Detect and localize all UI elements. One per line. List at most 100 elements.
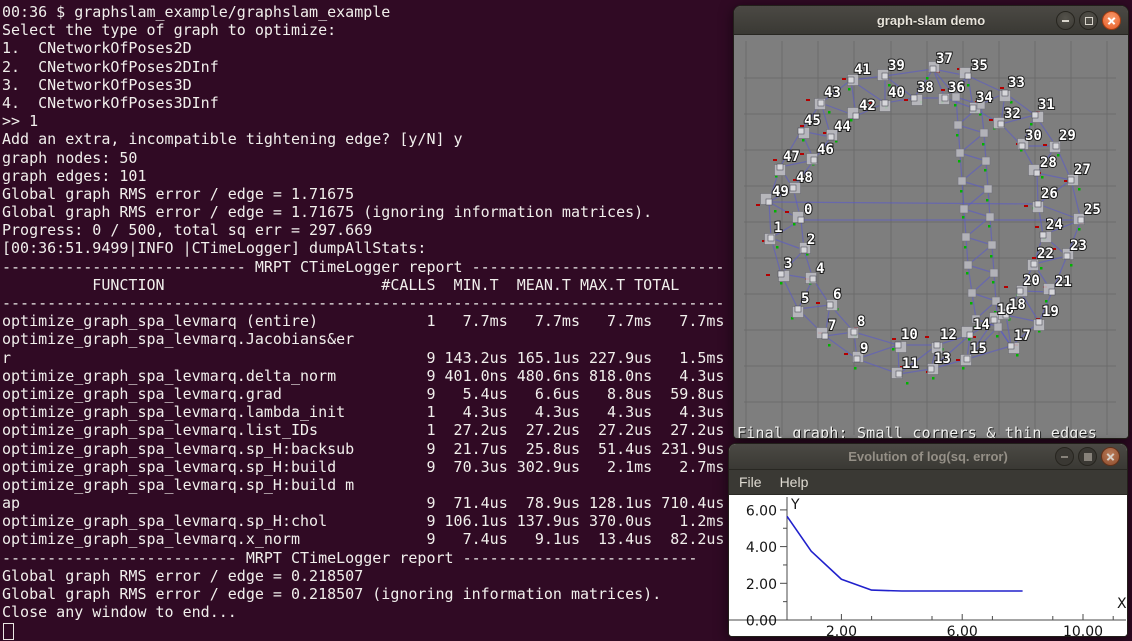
terminal-line: Global graph RMS error / edge = 0.218507 bbox=[2, 567, 724, 585]
maximize-button[interactable] bbox=[1078, 447, 1097, 466]
terminal-line: Global graph RMS error / edge = 0.218507… bbox=[2, 585, 724, 603]
graph-node-label: 31 bbox=[1038, 97, 1055, 113]
graph-node-label: 9 bbox=[860, 341, 868, 357]
terminal-line: --------------------------- MRPT CTimeLo… bbox=[2, 258, 724, 276]
graph-node-label: 28 bbox=[1040, 155, 1057, 171]
initial-node bbox=[986, 213, 994, 221]
graph-node-label: 43 bbox=[824, 85, 841, 101]
graph-node-label: 24 bbox=[1046, 217, 1063, 233]
graph-node-label: 23 bbox=[1070, 238, 1087, 254]
terminal-line: Global graph RMS error / edge = 1.71675 bbox=[2, 185, 724, 203]
minimize-button[interactable] bbox=[1055, 447, 1074, 466]
terminal-line: r 9 143.2us 165.1us 227.9us 1.5ms bbox=[2, 349, 724, 367]
desktop: 00:36 $ graphslam_example/graphslam_exam… bbox=[0, 0, 1132, 641]
graph-node-label: 1 bbox=[774, 220, 782, 236]
graph-node-label: 14 bbox=[973, 317, 990, 333]
graph-node-label: 47 bbox=[783, 149, 800, 165]
graph-node-label: 10 bbox=[901, 327, 918, 343]
initial-node bbox=[988, 241, 996, 249]
graph-node-label: 19 bbox=[1042, 304, 1059, 320]
terminal-line: Progress: 0 / 500, total sq err = 297.66… bbox=[2, 221, 724, 239]
error-curve bbox=[787, 516, 1023, 591]
terminal-line: ap 9 71.4us 78.9us 128.1us 710.4us bbox=[2, 494, 724, 512]
graph-node-label: 2 bbox=[807, 232, 815, 248]
minimize-icon bbox=[1062, 20, 1069, 22]
minimize-icon bbox=[1061, 456, 1068, 458]
graph-node-label: 44 bbox=[834, 119, 851, 135]
graph-node-label: 41 bbox=[854, 62, 871, 78]
graph-canvas: 0123456789101112131415161718192021222324… bbox=[734, 35, 1128, 439]
graph-node-label: 5 bbox=[801, 291, 809, 307]
terminal-line: optimize_graph_spa_levmarq.sp_H:build m bbox=[2, 476, 724, 494]
graph-node-label: 21 bbox=[1055, 274, 1072, 290]
close-button[interactable] bbox=[1101, 447, 1120, 466]
graph-node-label: 20 bbox=[1023, 273, 1040, 289]
y-tick-label: 4.00 bbox=[746, 540, 777, 556]
initial-node bbox=[962, 233, 970, 241]
terminal-line: FUNCTION #CALLS MIN.T MEAN.T MAX.T TOTAL bbox=[2, 276, 724, 294]
y-tick-label: 2.00 bbox=[746, 577, 777, 593]
graph-3d-view[interactable]: 0123456789101112131415161718192021222324… bbox=[734, 35, 1128, 439]
terminal-line: optimize_graph_spa_levmarq.sp_H:build 9 … bbox=[2, 458, 724, 476]
graph-node-label: 29 bbox=[1059, 128, 1076, 144]
graph-node-label: 17 bbox=[1014, 328, 1031, 344]
graph-node-label: 38 bbox=[917, 80, 934, 96]
graph-node-label: 30 bbox=[1025, 128, 1042, 144]
graph-node-label: 13 bbox=[934, 351, 951, 367]
graph-slam-titlebar[interactable]: graph-slam demo bbox=[734, 6, 1128, 35]
maximize-button[interactable] bbox=[1079, 11, 1098, 30]
terminal-line: optimize_graph_spa_levmarq (entire) 1 7.… bbox=[2, 312, 724, 330]
terminal-line: 1. CNetworkOfPoses2D bbox=[2, 39, 724, 57]
graph-slam-window: graph-slam demo 012345678910111213141516… bbox=[733, 5, 1129, 439]
terminal-cursor bbox=[3, 623, 14, 640]
y-axis-label: Y bbox=[790, 497, 800, 513]
minimize-button[interactable] bbox=[1056, 11, 1075, 30]
initial-node bbox=[982, 157, 990, 165]
graph-node-label: 49 bbox=[772, 184, 789, 200]
terminal-line: optimize_graph_spa_levmarq.list_IDs 1 27… bbox=[2, 421, 724, 439]
close-button[interactable] bbox=[1102, 11, 1121, 30]
legend-line-final: Final graph: Small corners & thin edges bbox=[737, 424, 1097, 439]
error-plot-titlebar[interactable]: Evolution of log(sq. error) bbox=[729, 444, 1127, 470]
graph-node-label: 22 bbox=[1037, 246, 1054, 262]
x-axis-label: X bbox=[1117, 596, 1127, 612]
terminal-line: optimize_graph_spa_levmarq.delta_norm 9 … bbox=[2, 367, 724, 385]
graph-node-label: 42 bbox=[859, 98, 876, 114]
terminal-line: Add an extra, incompatible tightening ed… bbox=[2, 130, 724, 148]
terminal-line: graph nodes: 50 bbox=[2, 149, 724, 167]
terminal-line: >> 1 bbox=[2, 112, 724, 130]
tick-labels-layer: 0.002.004.006.002.006.0010.00YX bbox=[746, 497, 1127, 637]
graph-node-label: 32 bbox=[1004, 106, 1021, 122]
error-plot-window: Evolution of log(sq. error) File Help 0.… bbox=[728, 443, 1128, 637]
graph-node-label: 15 bbox=[970, 341, 987, 357]
terminal-output: 00:36 $ graphslam_example/graphslam_exam… bbox=[2, 3, 724, 621]
graph-node-label: 46 bbox=[817, 142, 834, 158]
graph-slam-window-controls bbox=[1056, 6, 1121, 34]
terminal-line: Close any window to end... bbox=[2, 603, 724, 621]
initial-node bbox=[980, 129, 988, 137]
graph-node-label: 35 bbox=[971, 58, 988, 74]
menu-help[interactable]: Help bbox=[780, 474, 809, 490]
terminal-line: graph edges: 101 bbox=[2, 167, 724, 185]
menu-file[interactable]: File bbox=[739, 474, 762, 490]
graph-node-label: 7 bbox=[828, 318, 836, 334]
maximize-icon bbox=[1084, 453, 1092, 461]
maximize-icon bbox=[1085, 17, 1093, 25]
graph-node-label: 34 bbox=[976, 90, 993, 106]
graph-node-label: 4 bbox=[816, 261, 824, 277]
y-tick-label: 0.00 bbox=[746, 614, 777, 630]
initial-node bbox=[968, 289, 976, 297]
plot-canvas: 0.002.004.006.002.006.0010.00YX bbox=[729, 495, 1127, 637]
graph-node-label: 11 bbox=[902, 356, 919, 372]
axes-layer bbox=[729, 497, 1126, 620]
menubar: File Help bbox=[729, 470, 1127, 495]
error-plot-window-controls bbox=[1055, 444, 1120, 469]
initial-node bbox=[956, 149, 964, 157]
graph-node-label: 12 bbox=[940, 327, 957, 343]
terminal-line: 2. CNetworkOfPoses2DInf bbox=[2, 58, 724, 76]
initial-node bbox=[960, 205, 968, 213]
graph-node-label: 36 bbox=[948, 80, 965, 96]
plot-area: 0.002.004.006.002.006.0010.00YX bbox=[729, 495, 1127, 637]
initial-node bbox=[958, 177, 966, 185]
terminal-line: 00:36 $ graphslam_example/graphslam_exam… bbox=[2, 3, 724, 21]
